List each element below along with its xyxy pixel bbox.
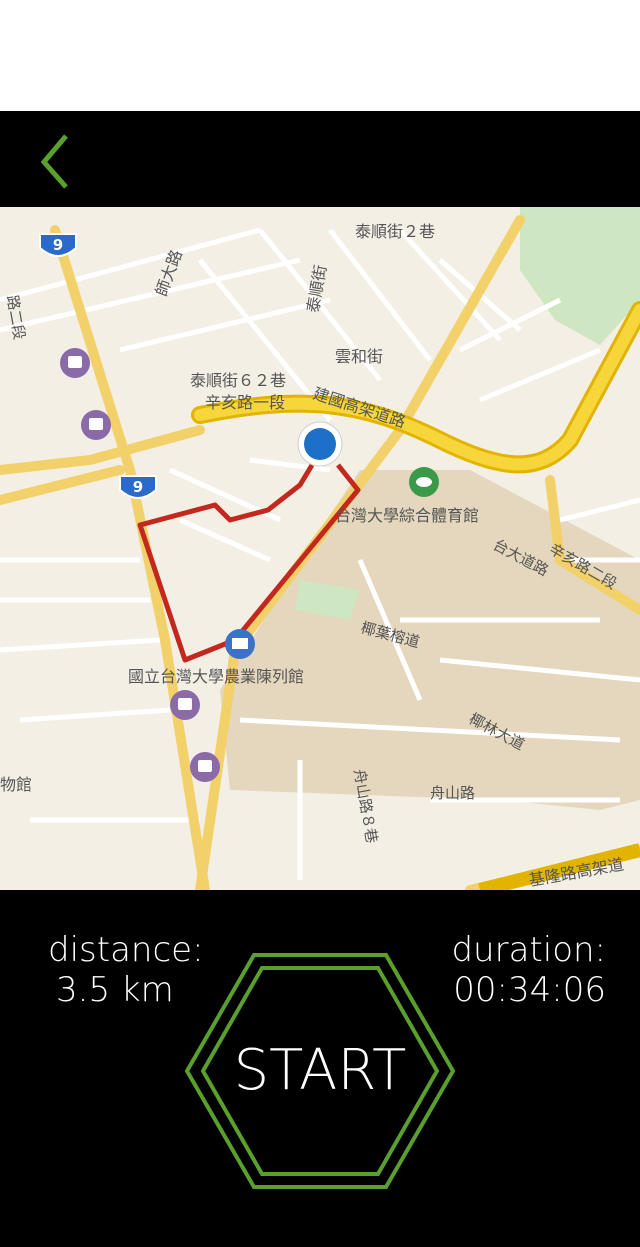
map-label: 泰順街６２巷 [190,371,286,390]
duration-value: 00:34:06 [453,970,606,1010]
distance-stat: distance: 3.5 km [48,930,204,1010]
current-location-icon [297,421,343,467]
duration-label: duration: [451,930,606,970]
stadium-icon [409,467,439,497]
start-label: START [233,1038,407,1103]
workout-panel: distance: 3.5 km duration: 00:34:06 STAR… [0,890,640,1247]
status-bar [0,0,640,111]
map-label: 師大路 [152,247,186,299]
map-label: 泰順街２巷 [355,222,435,241]
map-label: 雲和街 [335,347,383,366]
map-canvas: 9 9 泰順街２巷 師大路 泰順街 泰順街６２巷 雲和街 辛亥路一段 建國高架道… [0,207,640,890]
map-label: 舟山路 [430,784,475,802]
map-label: 台灣大學綜合體育館 [335,506,479,525]
map-label: 辛亥路一段 [205,393,285,412]
map-label: 泰順街 [303,263,330,314]
duration-stat: duration: 00:34:06 [451,930,606,1010]
map-label: 物館 [0,775,32,794]
nav-bar [0,111,640,207]
map-label: 國立台灣大學農業陳列館 [128,667,304,686]
map-view[interactable]: 9 9 泰順街２巷 師大路 泰順街 泰順街６２巷 雲和街 辛亥路一段 建國高架道… [0,207,640,890]
shield-number: 9 [133,478,143,496]
start-button[interactable]: START [184,952,456,1190]
distance-value: 3.5 km [56,970,174,1010]
museum-icon [225,629,255,659]
shield-number: 9 [53,236,63,254]
distance-label: distance: [48,930,204,970]
map-label: 路二段 [3,294,29,341]
back-button[interactable] [30,131,86,191]
chevron-left-icon [40,134,68,189]
